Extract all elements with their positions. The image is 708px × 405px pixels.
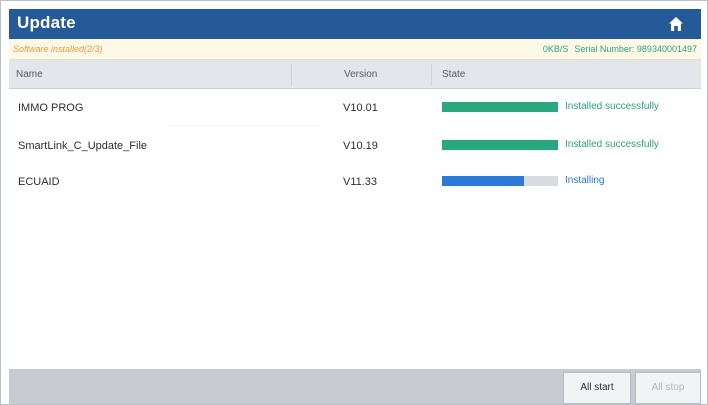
row-divider: [169, 125, 319, 126]
serial-label: Serial Number:: [574, 44, 635, 54]
state-text: Installed successfully: [565, 139, 659, 150]
install-summary: Software installed(2/3): [13, 44, 103, 54]
all-start-button[interactable]: All start: [563, 372, 631, 404]
update-window: Update Software installed(2/3) 0KB/S Seri…: [0, 0, 708, 405]
progress-bar: [442, 140, 558, 150]
column-name: Name: [16, 69, 43, 80]
home-icon[interactable]: [667, 15, 685, 33]
software-name: SmartLink_C_Update_File: [18, 140, 148, 152]
footer-bar: All start All stop: [9, 369, 701, 404]
progress-fill: [442, 102, 558, 112]
column-divider: [431, 64, 432, 85]
download-speed: 0KB/S: [542, 44, 569, 54]
update-table: IMMO PROG V10.01 Installed successfully …: [9, 89, 701, 369]
table-row[interactable]: SmartLink_C_Update_File V10.19 Installed…: [9, 127, 701, 164]
serial-number: 989340001497: [636, 44, 697, 54]
column-divider: [291, 64, 292, 85]
software-version: V10.01: [343, 102, 378, 114]
software-name: IMMO PROG: [18, 102, 84, 114]
column-state: State: [442, 69, 466, 80]
title-bar: Update: [9, 9, 701, 39]
state-text: Installing: [565, 175, 605, 186]
progress-fill: [442, 176, 525, 186]
software-version: V10.19: [343, 140, 378, 152]
table-row[interactable]: ECUAID V11.33 Installing: [9, 163, 701, 200]
progress-bar: [442, 102, 558, 112]
software-name: ECUAID: [18, 176, 60, 188]
progress-bar: [442, 176, 558, 186]
status-bar: Software installed(2/3) 0KB/S Serial Numb…: [9, 39, 701, 60]
column-version: Version: [344, 69, 378, 80]
table-header: Name Version State: [9, 60, 701, 89]
page-title: Update: [17, 13, 76, 32]
all-stop-button[interactable]: All stop: [635, 372, 701, 404]
table-row[interactable]: IMMO PROG V10.01 Installed successfully: [9, 89, 701, 126]
state-text: Installed successfully: [565, 101, 659, 112]
serial-info: 0KB/S Serial Number: 989340001497: [543, 44, 697, 54]
software-version: V11.33: [343, 176, 378, 188]
progress-fill: [442, 140, 558, 150]
